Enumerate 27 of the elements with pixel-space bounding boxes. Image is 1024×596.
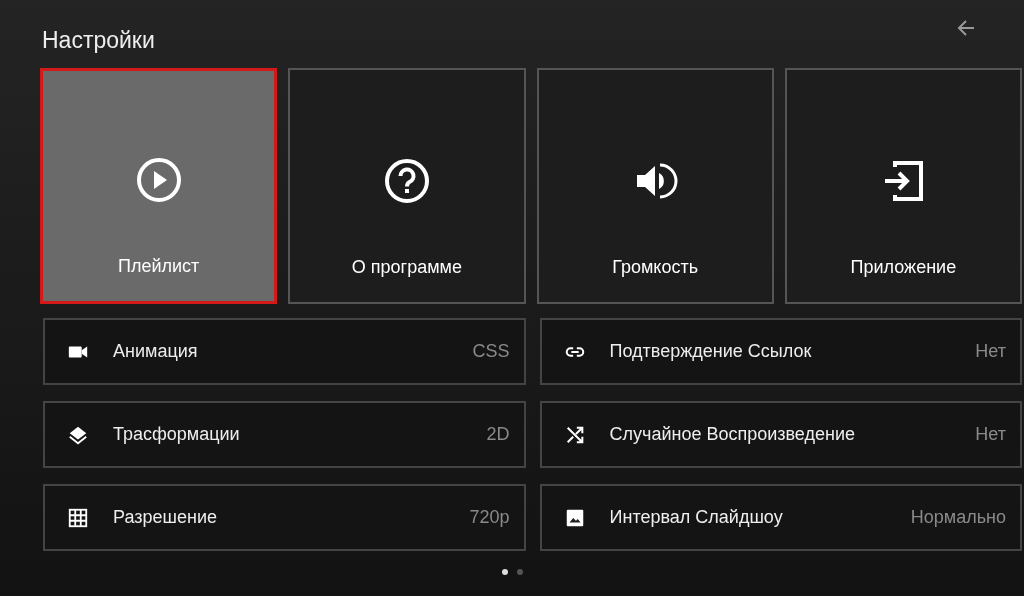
setting-value: Нет	[975, 341, 1006, 362]
setting-label: Анимация	[113, 341, 199, 362]
setting-value: CSS	[472, 341, 510, 362]
setting-value: 2D	[486, 424, 510, 445]
grid-icon	[67, 506, 89, 529]
settings-row[interactable]: Анимация CSS	[43, 318, 526, 385]
back-arrow-icon[interactable]	[956, 18, 976, 38]
setting-label: Разрешение	[113, 507, 218, 528]
settings-row[interactable]: Разрешение 720p	[43, 484, 526, 551]
settings-row[interactable]: Трасформации 2D	[43, 401, 526, 468]
settings-row[interactable]: Интервал Слайдшоу Нормально	[539, 484, 1022, 551]
settings-row[interactable]: Случайное Воспроизведение Нет	[539, 401, 1022, 468]
setting-value: Нет	[975, 424, 1006, 445]
setting-label: Подтверждение Ссылок	[609, 341, 813, 362]
settings-tile[interactable]: Плейлист	[40, 68, 278, 304]
setting-value: Нормально	[910, 507, 1006, 528]
setting-label: Случайное Воспроизведение	[609, 424, 856, 445]
page-title: Настройки	[42, 27, 155, 54]
setting-value: 720p	[469, 507, 510, 528]
setting-label: Интервал Слайдшоу	[609, 507, 784, 528]
settings-row[interactable]: Подтверждение Ссылок Нет	[539, 318, 1022, 385]
settings-tile[interactable]: Громкость	[536, 68, 774, 304]
settings-tile[interactable]: О программе	[288, 68, 526, 304]
help-icon	[382, 157, 431, 205]
setting-label: Трасформации	[113, 424, 241, 445]
play-icon	[134, 156, 183, 204]
settings-tile[interactable]: Приложение	[784, 68, 1022, 304]
